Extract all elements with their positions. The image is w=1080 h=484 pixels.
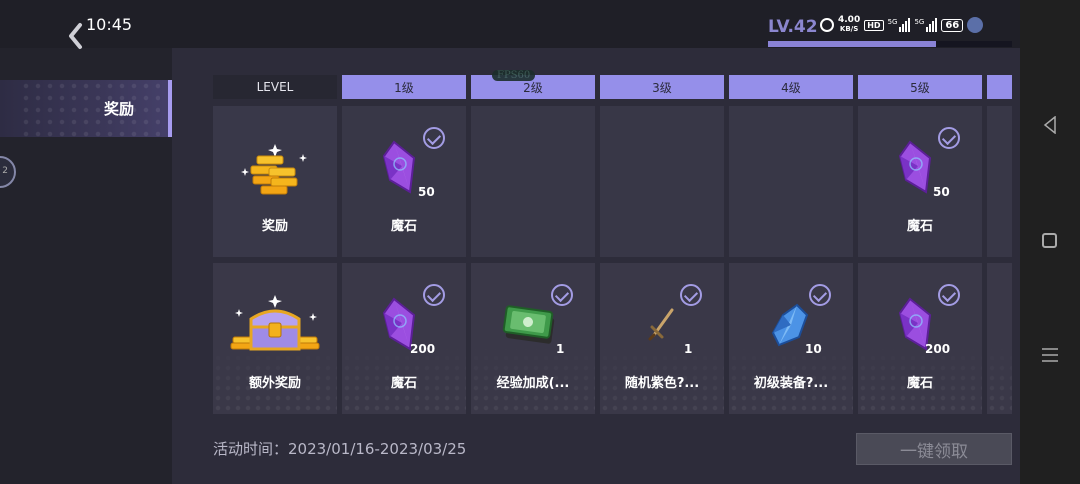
- claimed-check-icon: [423, 284, 445, 306]
- back-icon[interactable]: [66, 22, 86, 50]
- claim-all-button[interactable]: 一键领取: [856, 433, 1012, 465]
- sim2-label: 5G: [914, 18, 925, 26]
- level-header: LEVEL: [213, 75, 337, 99]
- reward-count: 200: [410, 342, 436, 356]
- row-title-rewards: 奖励: [213, 106, 337, 257]
- sidebar-tab-rewards[interactable]: 奖励: [0, 80, 172, 137]
- reward-cell-r2-c1[interactable]: 200 魔石: [342, 263, 466, 414]
- nav-menu-icon[interactable]: [1042, 348, 1058, 362]
- reward-label: 随机紫色?...: [624, 376, 700, 391]
- status-icons: 4.00 KB/S HD 5G 5G 66: [820, 13, 984, 37]
- fps-overlay: FPS60: [492, 70, 536, 81]
- level-header-3: 3级: [600, 75, 724, 99]
- reward-cell-r2-c5[interactable]: 200 魔石: [858, 263, 982, 414]
- exp-cash-icon: [502, 305, 555, 344]
- xp-progress-bar: [768, 41, 1012, 47]
- alarm-icon: [820, 18, 834, 32]
- reward-count: 1: [556, 342, 565, 356]
- left-panel: [0, 0, 172, 484]
- signal-icon-2: 5G: [914, 18, 938, 32]
- reward-cell-r1-c2-empty: [471, 106, 595, 257]
- reward-count: 50: [933, 185, 950, 199]
- claimed-check-icon: [680, 284, 702, 306]
- hd-icon: HD: [864, 19, 884, 31]
- reward-cell-r1-c1[interactable]: 50 魔石: [342, 106, 466, 257]
- reward-count: 50: [418, 185, 435, 199]
- status-time: 10:45: [86, 15, 133, 34]
- reward-cell-r2-c4[interactable]: 10 初级装备?...: [729, 263, 853, 414]
- treasure-chest-icon: [230, 295, 320, 351]
- row-title-extra-rewards: 额外奖励: [213, 263, 337, 414]
- network-speed: 4.00 KB/S: [838, 16, 860, 34]
- reward-cell-r1-c5[interactable]: 50 魔石: [858, 106, 982, 257]
- reward-cell-r2-next: [987, 263, 1012, 414]
- reward-label: 魔石: [390, 219, 417, 234]
- blue-crystal-icon: [771, 303, 809, 347]
- claimed-check-icon: [809, 284, 831, 306]
- reward-label: 经验加成(...: [496, 376, 570, 391]
- reward-label: 魔石: [390, 376, 417, 391]
- reward-cell-r1-next: [987, 106, 1012, 257]
- level-header-next: [987, 75, 1012, 99]
- reward-count: 1: [684, 342, 693, 356]
- reward-label: 魔石: [906, 219, 933, 234]
- claimed-check-icon: [938, 284, 960, 306]
- reward-count: 10: [805, 342, 822, 356]
- reward-cell-r1-c3-empty: [600, 106, 724, 257]
- claimed-check-icon: [423, 127, 445, 149]
- gold-bars-icon: [241, 144, 307, 195]
- reward-cell-r1-c4-empty: [729, 106, 853, 257]
- row-title-label: 奖励: [261, 219, 288, 234]
- level-header-4: 4级: [729, 75, 853, 99]
- player-level: LV.42: [768, 17, 818, 37]
- claimed-check-icon: [938, 127, 960, 149]
- row-title-label: 额外奖励: [248, 376, 301, 391]
- network-speed-value: 4.00: [838, 15, 861, 25]
- sidebar-tab-accent: [168, 80, 172, 137]
- signal-icon: 5G: [888, 18, 911, 32]
- reward-cell-r2-c2[interactable]: 1 经验加成(...: [471, 263, 595, 414]
- network-speed-unit: KB/S: [839, 25, 859, 33]
- nav-home-icon[interactable]: [1042, 233, 1057, 248]
- event-time: 活动时间：2023/01/16-2023/03/25: [213, 440, 467, 458]
- battery-icon: 66: [941, 18, 964, 32]
- dagger-icon: [648, 308, 674, 341]
- reward-count: 200: [925, 342, 951, 356]
- sidebar-tab-label: 奖励: [104, 100, 135, 118]
- level-header-5: 5级: [858, 75, 982, 99]
- reward-cell-r2-c3[interactable]: 1 随机紫色?...: [600, 263, 724, 414]
- sim1-label: 5G: [887, 18, 898, 26]
- side-badge-text: 2: [2, 166, 8, 176]
- app-notification-icon: [967, 17, 984, 33]
- level-header-1: 1级: [342, 75, 466, 99]
- reward-label: 初级装备?...: [753, 376, 829, 391]
- reward-label: 魔石: [906, 376, 933, 391]
- xp-progress-fill: [768, 41, 937, 47]
- nav-back-icon[interactable]: [1043, 116, 1057, 134]
